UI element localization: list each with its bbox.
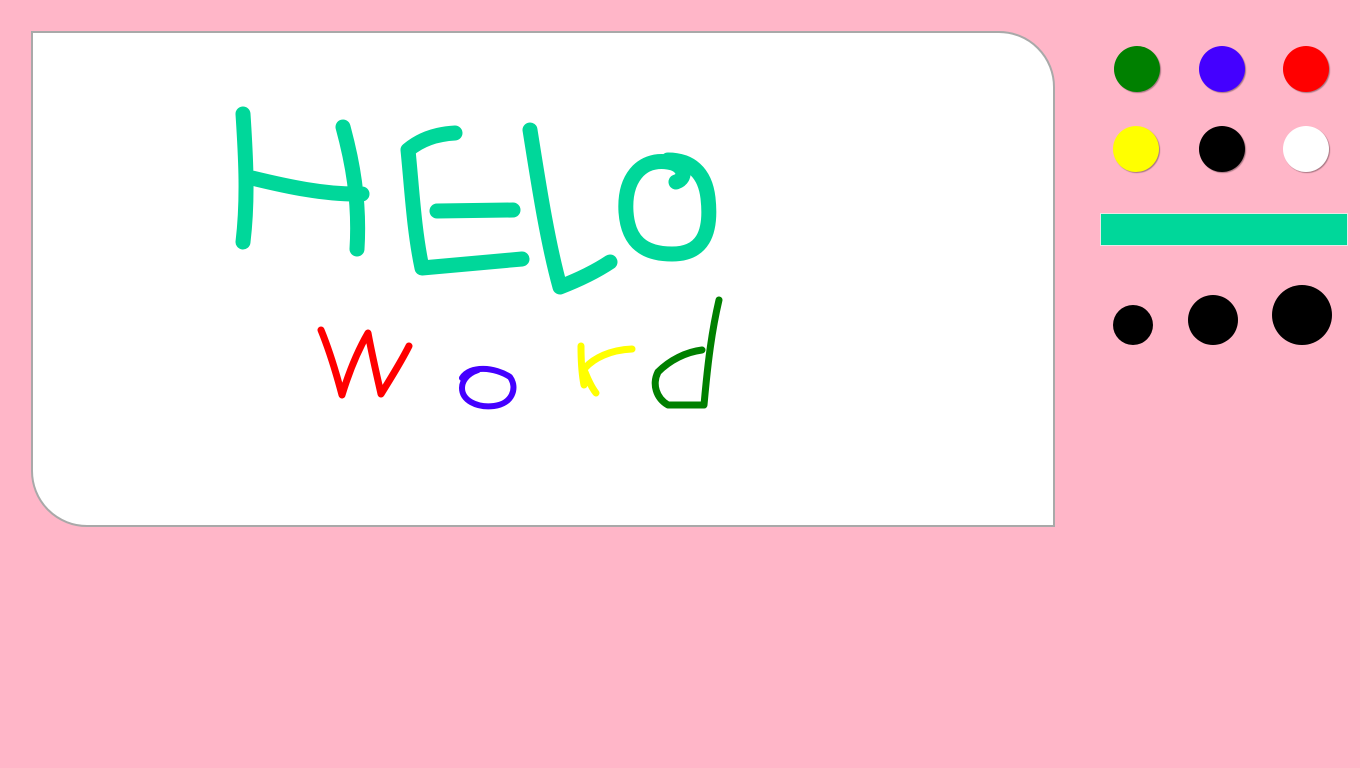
stroke-letter-r (577, 342, 636, 397)
stroke-letter-w (317, 326, 413, 399)
stroke-o (618, 152, 717, 262)
stroke-letter-d (651, 296, 723, 409)
stroke-word-helo (235, 106, 717, 295)
color-swatch-red[interactable] (1283, 46, 1329, 92)
stroke-l (522, 122, 618, 295)
stroke-letter-o (459, 365, 517, 410)
brush-size-medium[interactable] (1188, 295, 1238, 345)
color-swatch-yellow[interactable] (1113, 126, 1159, 172)
color-swatch-black[interactable] (1199, 126, 1245, 172)
color-swatch-green[interactable] (1114, 46, 1160, 92)
color-swatch-white[interactable] (1283, 126, 1329, 172)
current-color-indicator (1100, 213, 1348, 246)
stroke-e (400, 125, 530, 276)
canvas-strokes (235, 106, 723, 410)
drawing-canvas[interactable] (31, 31, 1055, 527)
brush-size-large[interactable] (1272, 285, 1332, 345)
drawing-app (0, 0, 1360, 768)
stroke-h (235, 106, 370, 257)
color-swatch-blue[interactable] (1199, 46, 1245, 92)
brush-size-small[interactable] (1113, 305, 1153, 345)
